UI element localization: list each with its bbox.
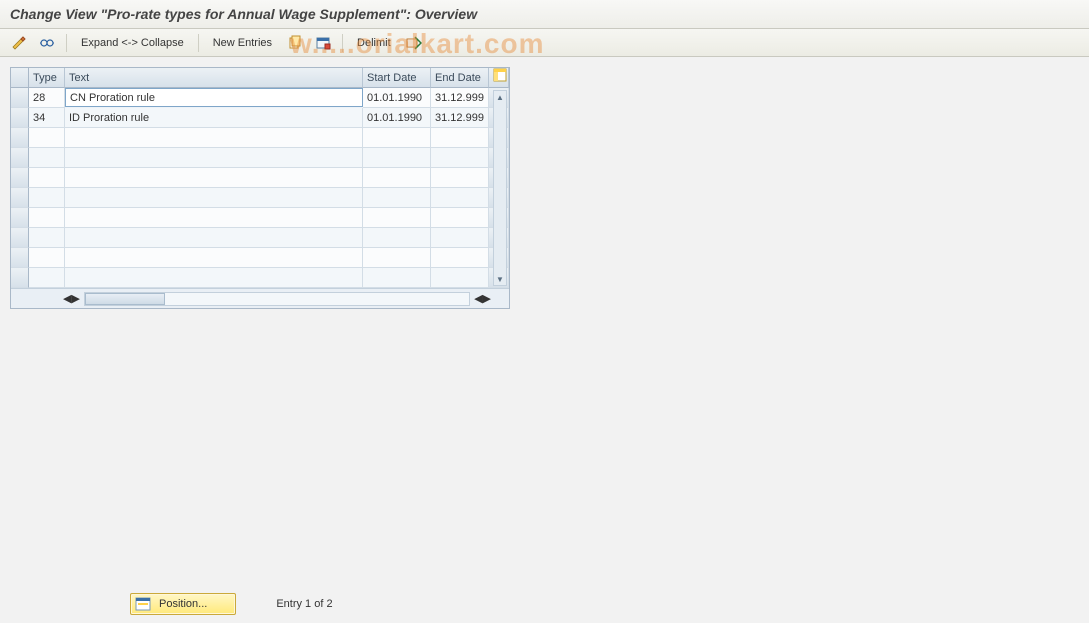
cell-start-date[interactable]: [363, 228, 431, 248]
expand-collapse-button[interactable]: Expand <-> Collapse: [75, 37, 190, 49]
application-toolbar: Expand <-> Collapse New Entries Delimit: [0, 29, 1089, 57]
table-row-empty[interactable]: [11, 128, 509, 148]
entry-status: Entry 1 of 2: [276, 598, 332, 610]
table-row[interactable]: 28CN Proration rule01.01.199031.12.999: [11, 88, 509, 108]
cell-text[interactable]: [65, 168, 363, 188]
cell-start-date[interactable]: [363, 188, 431, 208]
delimit-button[interactable]: Delimit: [351, 37, 397, 49]
table-row-empty[interactable]: [11, 208, 509, 228]
cell-text[interactable]: CN Proration rule: [65, 88, 363, 107]
row-selector[interactable]: [11, 88, 29, 108]
page-title: Change View "Pro-rate types for Annual W…: [0, 0, 1089, 29]
cell-end-date[interactable]: [431, 228, 489, 248]
cell-end-date[interactable]: [431, 128, 489, 148]
cell-end-date[interactable]: 31.12.999: [431, 88, 489, 108]
col-header-text[interactable]: Text: [65, 68, 363, 88]
cell-type[interactable]: 28: [29, 88, 65, 108]
table-row-empty[interactable]: [11, 248, 509, 268]
cell-text[interactable]: [65, 248, 363, 268]
scroll-last-icon[interactable]: ▶: [483, 292, 491, 305]
cell-end-date[interactable]: [431, 248, 489, 268]
toolbar-separator: [198, 34, 199, 52]
delimit-icon[interactable]: [403, 33, 425, 53]
cell-start-date[interactable]: [363, 148, 431, 168]
row-selector[interactable]: [11, 268, 29, 288]
cell-type[interactable]: [29, 148, 65, 168]
row-selector[interactable]: [11, 168, 29, 188]
row-selector[interactable]: [11, 128, 29, 148]
row-selector[interactable]: [11, 108, 29, 128]
col-header-type[interactable]: Type: [29, 68, 65, 88]
row-selector[interactable]: [11, 148, 29, 168]
table-row-empty[interactable]: [11, 188, 509, 208]
cell-start-date[interactable]: [363, 248, 431, 268]
scroll-left-icon[interactable]: ▶: [71, 292, 79, 305]
cell-start-date[interactable]: [363, 208, 431, 228]
cell-end-date[interactable]: [431, 188, 489, 208]
hscroll-track[interactable]: [84, 292, 470, 306]
data-grid: Type Text Start Date End Date 28CN Prora…: [10, 67, 510, 309]
scroll-right-icon[interactable]: ◀: [474, 292, 482, 305]
cell-end-date[interactable]: 31.12.999: [431, 108, 489, 128]
table-row[interactable]: 34ID Proration rule01.01.199031.12.999: [11, 108, 509, 128]
cell-type[interactable]: [29, 248, 65, 268]
cell-start-date[interactable]: [363, 128, 431, 148]
cell-start-date[interactable]: [363, 268, 431, 288]
copy-icon[interactable]: [284, 33, 306, 53]
cell-text[interactable]: [65, 228, 363, 248]
table-row-empty[interactable]: [11, 168, 509, 188]
select-all-header[interactable]: [11, 68, 29, 88]
row-selector[interactable]: [11, 248, 29, 268]
cell-text[interactable]: [65, 188, 363, 208]
cell-text[interactable]: ID Proration rule: [65, 108, 363, 128]
cell-start-date[interactable]: 01.01.1990: [363, 108, 431, 128]
position-icon: [135, 596, 151, 612]
cell-type[interactable]: [29, 128, 65, 148]
cell-start-date[interactable]: 01.01.1990: [363, 88, 431, 108]
cell-end-date[interactable]: [431, 208, 489, 228]
col-header-start[interactable]: Start Date: [363, 68, 431, 88]
table-row-empty[interactable]: [11, 228, 509, 248]
cell-type[interactable]: [29, 188, 65, 208]
delete-icon[interactable]: [312, 33, 334, 53]
table-settings-icon[interactable]: [489, 68, 509, 88]
scroll-down-icon[interactable]: ▼: [494, 273, 506, 285]
cell-type[interactable]: 34: [29, 108, 65, 128]
footer-bar: Position... Entry 1 of 2: [0, 593, 1089, 615]
row-selector[interactable]: [11, 188, 29, 208]
col-header-end[interactable]: End Date: [431, 68, 489, 88]
horizontal-scrollbar: ◀ ▶ ◀ ▶: [11, 288, 509, 308]
table-row-empty[interactable]: [11, 148, 509, 168]
cell-text[interactable]: [65, 148, 363, 168]
position-button[interactable]: Position...: [130, 593, 236, 615]
hscroll-thumb[interactable]: [85, 293, 165, 305]
cell-text[interactable]: [65, 208, 363, 228]
row-selector[interactable]: [11, 208, 29, 228]
grid-body: 28CN Proration rule01.01.199031.12.99934…: [11, 88, 509, 288]
scroll-up-icon[interactable]: ▲: [494, 91, 506, 103]
vertical-scrollbar[interactable]: ▲ ▼: [493, 90, 507, 286]
cell-type[interactable]: [29, 208, 65, 228]
cell-end-date[interactable]: [431, 268, 489, 288]
position-label: Position...: [159, 598, 207, 610]
table-row-empty[interactable]: [11, 268, 509, 288]
grid-header-row: Type Text Start Date End Date: [11, 68, 509, 88]
new-entries-button[interactable]: New Entries: [207, 37, 278, 49]
toggle-edit-icon[interactable]: [8, 33, 30, 53]
toolbar-separator: [66, 34, 67, 52]
cell-type[interactable]: [29, 228, 65, 248]
details-icon[interactable]: [36, 33, 58, 53]
cell-end-date[interactable]: [431, 168, 489, 188]
cell-text[interactable]: [65, 268, 363, 288]
cell-start-date[interactable]: [363, 168, 431, 188]
cell-type[interactable]: [29, 168, 65, 188]
cell-type[interactable]: [29, 268, 65, 288]
cell-text[interactable]: [65, 128, 363, 148]
cell-end-date[interactable]: [431, 148, 489, 168]
scroll-first-icon[interactable]: ◀: [63, 292, 71, 305]
row-selector[interactable]: [11, 228, 29, 248]
toolbar-separator: [342, 34, 343, 52]
